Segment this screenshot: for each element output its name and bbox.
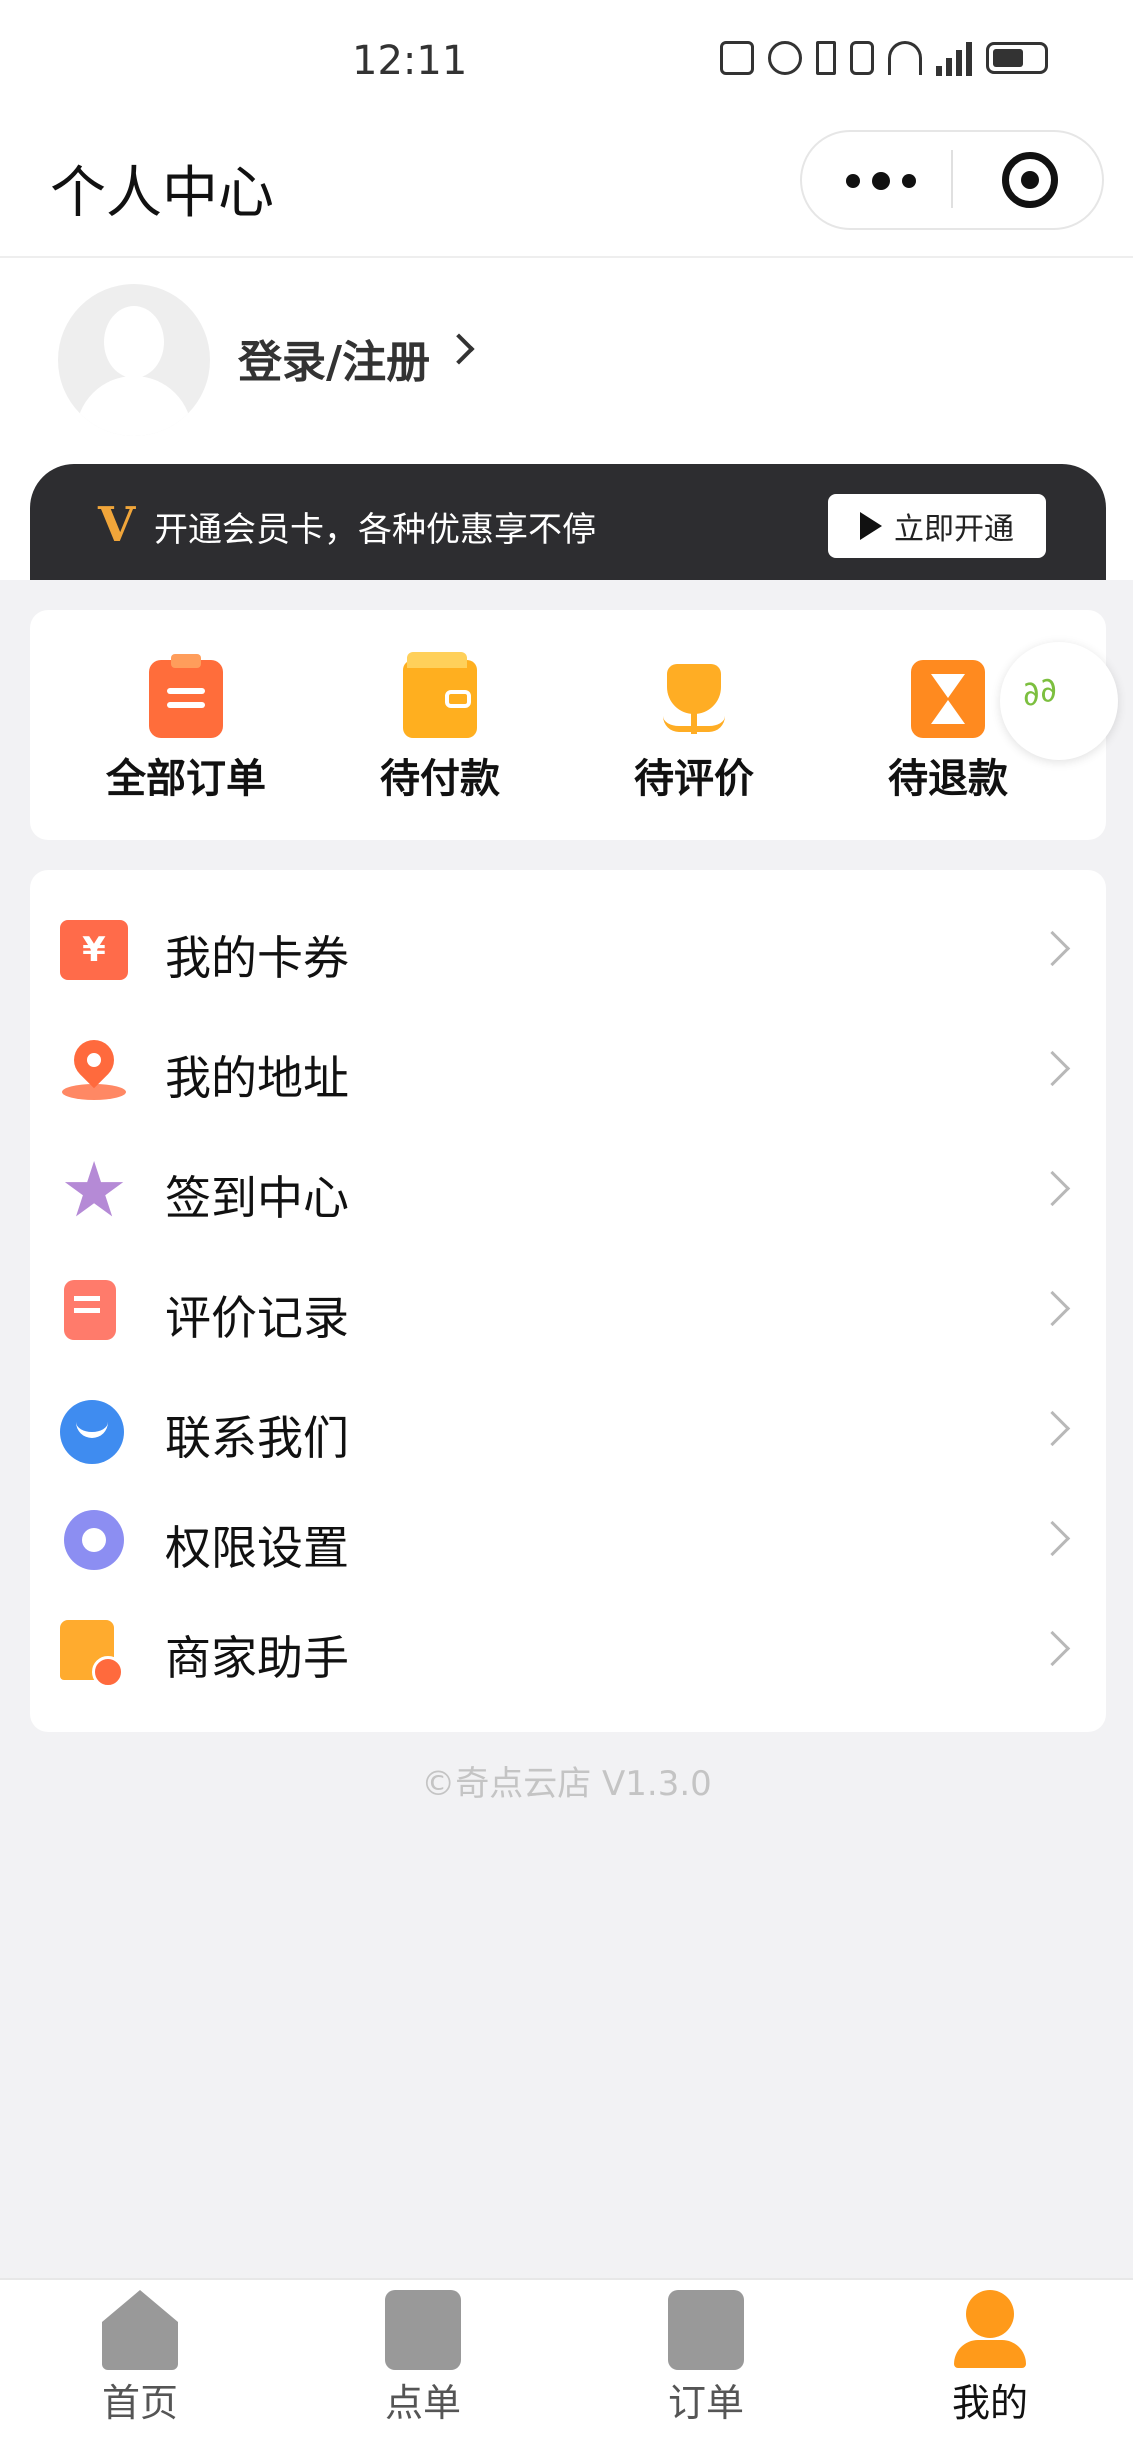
menu-item-coupons[interactable]: ¥ 我的卡券 — [30, 910, 1106, 990]
vip-text: 开通会员卡，各种优惠享不停 — [154, 510, 596, 550]
menu-item-merchant[interactable]: 商家助手 — [30, 1610, 1106, 1690]
note-icon — [64, 1280, 116, 1340]
shop-icon — [60, 1620, 124, 1688]
clipboard-icon — [668, 2290, 744, 2370]
status-time: 12:11 — [352, 38, 468, 84]
order-all-label: 全部订单 — [106, 756, 266, 802]
version-text: ©奇点云店 V1.3.0 — [421, 1764, 712, 1804]
order-pending-refund-label: 待退款 — [888, 756, 1008, 802]
wifi-icon — [888, 41, 922, 75]
vip-open-label: 立即开通 — [894, 512, 1014, 547]
chevron-right-icon — [1034, 1290, 1071, 1327]
chevron-right-icon — [1034, 1410, 1071, 1447]
menu-item-permissions[interactable]: 权限设置 — [30, 1500, 1106, 1580]
wallet-icon — [403, 652, 477, 738]
menu-item-checkin[interactable]: ★ 签到中心 — [30, 1150, 1106, 1230]
more-icon[interactable] — [846, 172, 916, 190]
alarm-icon — [768, 41, 802, 75]
clipboard-icon — [149, 654, 223, 738]
menu-item-contact[interactable]: 联系我们 — [30, 1390, 1106, 1470]
menu-item-reviews[interactable]: 评价记录 — [30, 1270, 1106, 1350]
flower-icon — [657, 660, 731, 738]
chevron-right-icon — [1034, 930, 1071, 967]
status-icons — [720, 40, 1048, 76]
floating-logo-icon: ∂∂ — [1018, 668, 1061, 716]
page-title: 个人中心 — [50, 161, 274, 226]
chevron-right-icon — [1034, 1170, 1071, 1207]
home-icon — [102, 2290, 178, 2370]
chat-icon — [60, 1400, 124, 1464]
floating-service-button[interactable]: ∂∂ — [1000, 642, 1118, 760]
order-pending-payment-label: 待付款 — [380, 756, 500, 802]
login-register-link[interactable]: 登录/注册 — [238, 326, 430, 390]
tab-menu[interactable]: 点单 — [323, 2290, 523, 2427]
menu-item-label: 权限设置 — [165, 1521, 349, 1575]
tab-label: 我的 — [951, 2381, 1028, 2425]
chevron-right-icon — [1034, 1520, 1071, 1557]
play-icon — [860, 512, 882, 540]
hourglass-icon — [911, 660, 985, 738]
tab-home[interactable]: 首页 — [40, 2290, 240, 2427]
signal-icon — [936, 40, 972, 76]
chevron-right-icon — [1034, 1630, 1071, 1667]
capsule-divider — [951, 150, 953, 208]
chevron-right-icon — [1034, 1050, 1071, 1087]
vip-badge-icon: V — [98, 497, 136, 553]
menu-item-label: 我的卡券 — [165, 931, 349, 985]
person-icon — [952, 2290, 1028, 2370]
menu-item-label: 我的地址 — [165, 1051, 349, 1105]
menu-item-label: 联系我们 — [165, 1411, 349, 1465]
menu-item-address[interactable]: 我的地址 — [30, 1030, 1106, 1110]
tab-orders[interactable]: 订单 — [606, 2290, 806, 2427]
vip-open-button[interactable]: 立即开通 — [828, 494, 1046, 558]
tab-label: 点单 — [384, 2381, 461, 2425]
menu-item-label: 评价记录 — [165, 1291, 349, 1345]
order-bag-icon — [385, 2290, 461, 2370]
menu-item-label: 签到中心 — [165, 1171, 349, 1225]
close-miniapp-icon[interactable] — [1002, 152, 1058, 208]
order-pending-review[interactable]: 待评价 — [584, 660, 804, 804]
battery-icon — [986, 42, 1048, 74]
bluetooth-icon — [816, 41, 836, 75]
gear-icon — [64, 1510, 124, 1570]
menu-item-label: 商家助手 — [165, 1631, 349, 1685]
vibrate-icon — [850, 41, 874, 75]
star-icon: ★ — [60, 1145, 129, 1234]
coupon-icon: ¥ — [60, 920, 128, 980]
nfc-icon — [720, 41, 754, 75]
order-all[interactable]: 全部订单 — [76, 654, 296, 804]
tab-label: 首页 — [101, 2381, 178, 2425]
tab-label: 订单 — [667, 2381, 744, 2425]
tab-mine[interactable]: 我的 — [890, 2290, 1090, 2427]
location-pin-icon — [60, 1031, 128, 1100]
order-pending-payment[interactable]: 待付款 — [330, 652, 550, 804]
avatar[interactable] — [58, 284, 210, 436]
order-pending-review-label: 待评价 — [634, 756, 754, 802]
